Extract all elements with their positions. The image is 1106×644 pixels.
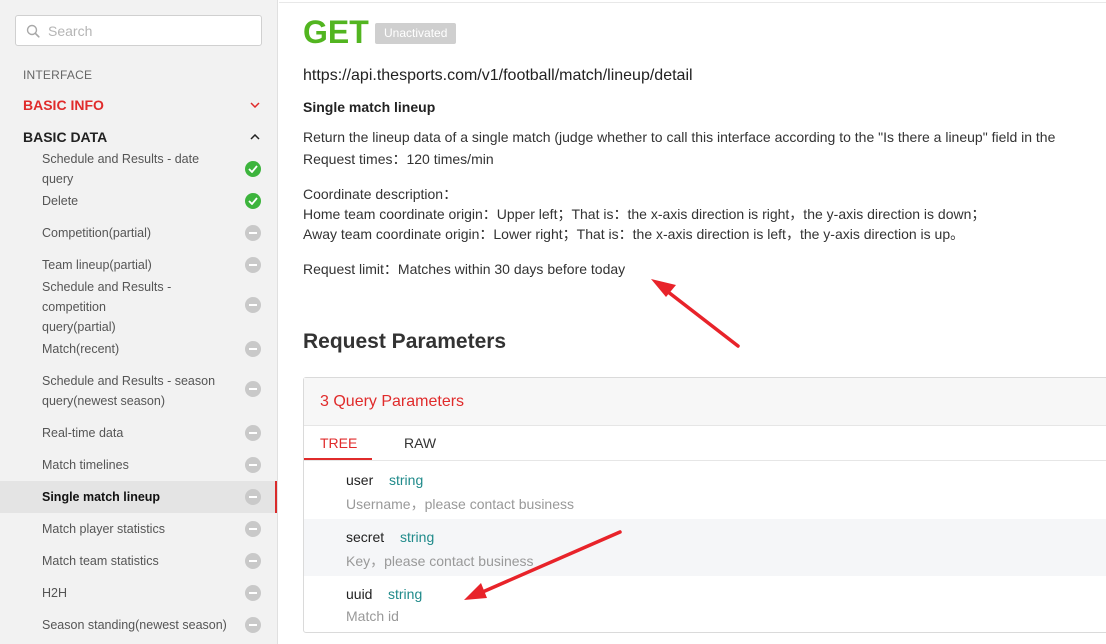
sidebar-item-label: Delete	[42, 194, 79, 208]
sidebar-item-real-time-data[interactable]: Real-time data	[0, 419, 277, 447]
sidebar-item-match-player-statistics[interactable]: Match player statistics	[0, 515, 277, 543]
http-method: GET	[303, 14, 369, 50]
sidebar-item-label: Match timelines	[42, 458, 129, 472]
param-name: user	[346, 472, 374, 488]
parameters-panel: 3 Query Parameters TREE RAW user string …	[303, 377, 1106, 633]
minus-icon	[245, 381, 261, 397]
param-type: string	[388, 586, 423, 602]
sidebar-item-label: H2H	[42, 586, 68, 600]
divider	[279, 2, 1106, 3]
sidebar-item-label: Match(recent)	[42, 342, 120, 356]
minus-icon	[245, 341, 261, 357]
minus-icon	[245, 297, 261, 313]
sidebar-item-label: Schedule and Results - competition	[42, 280, 172, 314]
status-badge: Unactivated	[375, 23, 457, 44]
request-limit: Request limit：Matches within 30 days bef…	[303, 261, 626, 277]
sidebar-item-label: Team lineup(partial)	[42, 258, 152, 272]
group-label: BASIC INFO	[23, 97, 104, 113]
endpoint-url: https://api.thesports.com/v1/football/ma…	[303, 67, 693, 84]
sidebar-item-label: Competition(partial)	[42, 226, 152, 240]
description-line: Return the lineup data of a single match…	[303, 129, 1056, 145]
parameters-header: 3 Query Parameters	[304, 378, 1106, 426]
minus-icon	[245, 457, 261, 473]
sidebar-item-label: Schedule and Results - date query	[42, 152, 200, 186]
sidebar-item-team-lineup[interactable]: Team lineup(partial)	[0, 251, 277, 279]
chevron-up-icon	[250, 134, 260, 140]
param-description: Key，please contact business	[346, 553, 534, 569]
sidebar-item-label-line2: query(partial)	[42, 320, 116, 334]
section-title-request-parameters: Request Parameters	[303, 330, 507, 353]
parameters-count: 3 Query Parameters	[320, 393, 465, 410]
search-input[interactable]	[48, 22, 248, 39]
minus-icon	[245, 617, 261, 633]
sidebar-item-label: Schedule and Results - season	[42, 374, 216, 388]
divider	[304, 460, 1106, 461]
sidebar-item-schedule-season-query[interactable]: Schedule and Results - season query(newe…	[0, 370, 277, 412]
minus-icon	[245, 585, 261, 601]
param-row-secret: secret string Key，please contact busines…	[304, 519, 1106, 576]
page-title: Single match lineup	[303, 99, 436, 115]
param-description: Match id	[346, 608, 399, 624]
sidebar-item-season-standing[interactable]: Season standing(newest season)	[0, 611, 277, 639]
sidebar-item-match-team-statistics[interactable]: Match team statistics	[0, 547, 277, 575]
sidebar: INTERFACE BASIC INFO BASIC DATA Schedule…	[0, 0, 278, 644]
sidebar-item-label: Single match lineup	[42, 490, 161, 504]
search-box[interactable]	[15, 15, 262, 46]
sidebar-item-match-recent[interactable]: Match(recent)	[0, 335, 277, 363]
sidebar-item-schedule-competition-query[interactable]: Schedule and Results - competition query…	[0, 280, 277, 334]
request-times: Request times：120 times/min	[303, 151, 494, 167]
sidebar-item-label: Season standing(newest season)	[42, 618, 227, 632]
sidebar-item-single-match-lineup[interactable]: Single match lineup	[0, 481, 277, 513]
away-team-coordinates: Away team coordinate origin：Lower right；…	[303, 226, 965, 242]
check-icon	[245, 193, 261, 209]
coordinate-heading: Coordinate description：	[303, 186, 458, 202]
sidebar-item-competition[interactable]: Competition(partial)	[0, 219, 277, 247]
sidebar-item-label: Match team statistics	[42, 554, 159, 568]
check-icon	[245, 161, 261, 177]
tab-tree[interactable]: TREE	[320, 435, 357, 451]
minus-icon	[245, 425, 261, 441]
sidebar-item-label: Match player statistics	[42, 522, 165, 536]
sidebar-item-delete[interactable]: Delete	[0, 187, 277, 215]
sidebar-item-schedule-date-query[interactable]: Schedule and Results - date query	[0, 152, 277, 186]
tab-raw[interactable]: RAW	[404, 435, 436, 451]
param-name: uuid	[346, 586, 373, 602]
group-basic-info[interactable]: BASIC INFO	[0, 89, 277, 121]
sidebar-item-match-timelines[interactable]: Match timelines	[0, 451, 277, 479]
sidebar-item-label: Real-time data	[42, 426, 124, 440]
minus-icon	[245, 225, 261, 241]
param-row-uuid: uuid string Match id	[304, 576, 1106, 633]
section-label-interface: INTERFACE	[23, 68, 93, 82]
param-name: secret	[346, 529, 385, 545]
minus-icon	[245, 257, 261, 273]
sidebar-item-h2h[interactable]: H2H	[0, 579, 277, 607]
group-label: BASIC DATA	[23, 129, 108, 145]
minus-icon	[245, 553, 261, 569]
chevron-down-icon	[250, 102, 260, 108]
param-row-user: user string Username，please contact busi…	[304, 462, 1106, 519]
param-type: string	[389, 472, 424, 488]
minus-icon	[245, 489, 261, 505]
search-icon	[26, 24, 40, 38]
sidebar-item-label-line2: query(newest season)	[42, 394, 165, 408]
param-description: Username，please contact business	[346, 496, 575, 512]
home-team-coordinates: Home team coordinate origin：Upper left；T…	[303, 206, 986, 222]
minus-icon	[245, 521, 261, 537]
param-type: string	[400, 529, 435, 545]
main-content: GET Unactivated https://api.thesports.co…	[279, 0, 1106, 644]
